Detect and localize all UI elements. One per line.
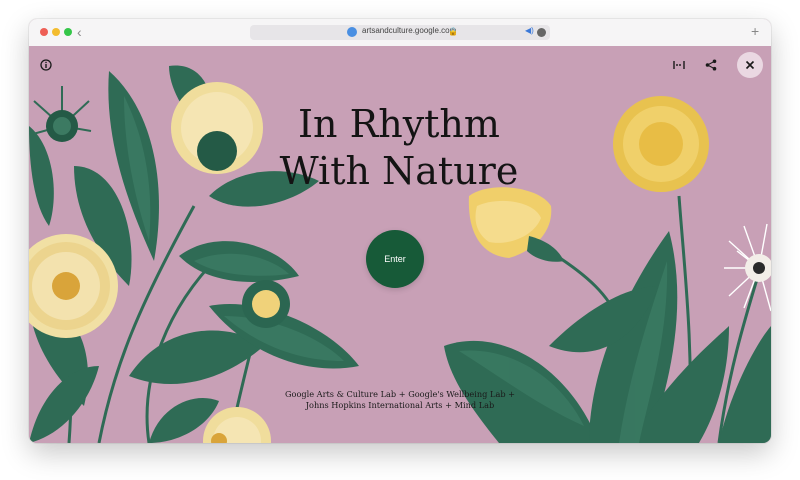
site-favicon-icon: [347, 27, 357, 37]
title-line-2: With Nature: [279, 149, 519, 193]
lock-icon: 🔒: [448, 27, 458, 36]
close-button[interactable]: [737, 52, 763, 78]
credits-text: Google Arts & Culture Lab + Google's Wel…: [259, 389, 541, 411]
address-bar[interactable]: artsandculture.google.com 🔒 ◀): [250, 25, 550, 40]
thistle-flower-top-left: [32, 86, 92, 142]
info-icon[interactable]: [39, 58, 53, 72]
title-line-1: In Rhythm: [298, 102, 500, 146]
experience-stage: In Rhythm With Nature Enter Google Arts …: [29, 46, 771, 443]
browser-window: ‹ artsandculture.google.com 🔒 ◀) + In Rh…: [29, 19, 771, 443]
equalizer-icon[interactable]: [671, 58, 687, 72]
minimize-window-dot[interactable]: [52, 28, 60, 36]
cream-flower-bottom: [203, 407, 271, 443]
close-icon: [745, 60, 755, 70]
back-arrow-icon[interactable]: ‹: [77, 24, 82, 40]
new-tab-plus-icon[interactable]: +: [751, 23, 759, 39]
speaker-icon[interactable]: ◀): [525, 26, 534, 35]
media-indicator-icon[interactable]: [537, 28, 546, 37]
maximize-window-dot[interactable]: [64, 28, 72, 36]
experience-title: In Rhythm With Nature: [199, 101, 599, 195]
browser-toolbar: ‹ artsandculture.google.com 🔒 ◀) +: [29, 19, 771, 47]
share-icon[interactable]: [704, 58, 718, 72]
credits-line-1: Google Arts & Culture Lab + Google's Wel…: [284, 389, 516, 399]
yellow-flower-top-right: [613, 96, 709, 192]
credits-line-2: Johns Hopkins International Arts + Mind …: [305, 400, 495, 410]
small-thistle: [242, 280, 290, 328]
white-dandelion-right: [724, 223, 771, 312]
enter-button[interactable]: Enter: [366, 230, 424, 288]
address-url: artsandculture.google.com: [362, 26, 457, 35]
yellow-flower-middle: [468, 187, 564, 262]
close-window-dot[interactable]: [40, 28, 48, 36]
